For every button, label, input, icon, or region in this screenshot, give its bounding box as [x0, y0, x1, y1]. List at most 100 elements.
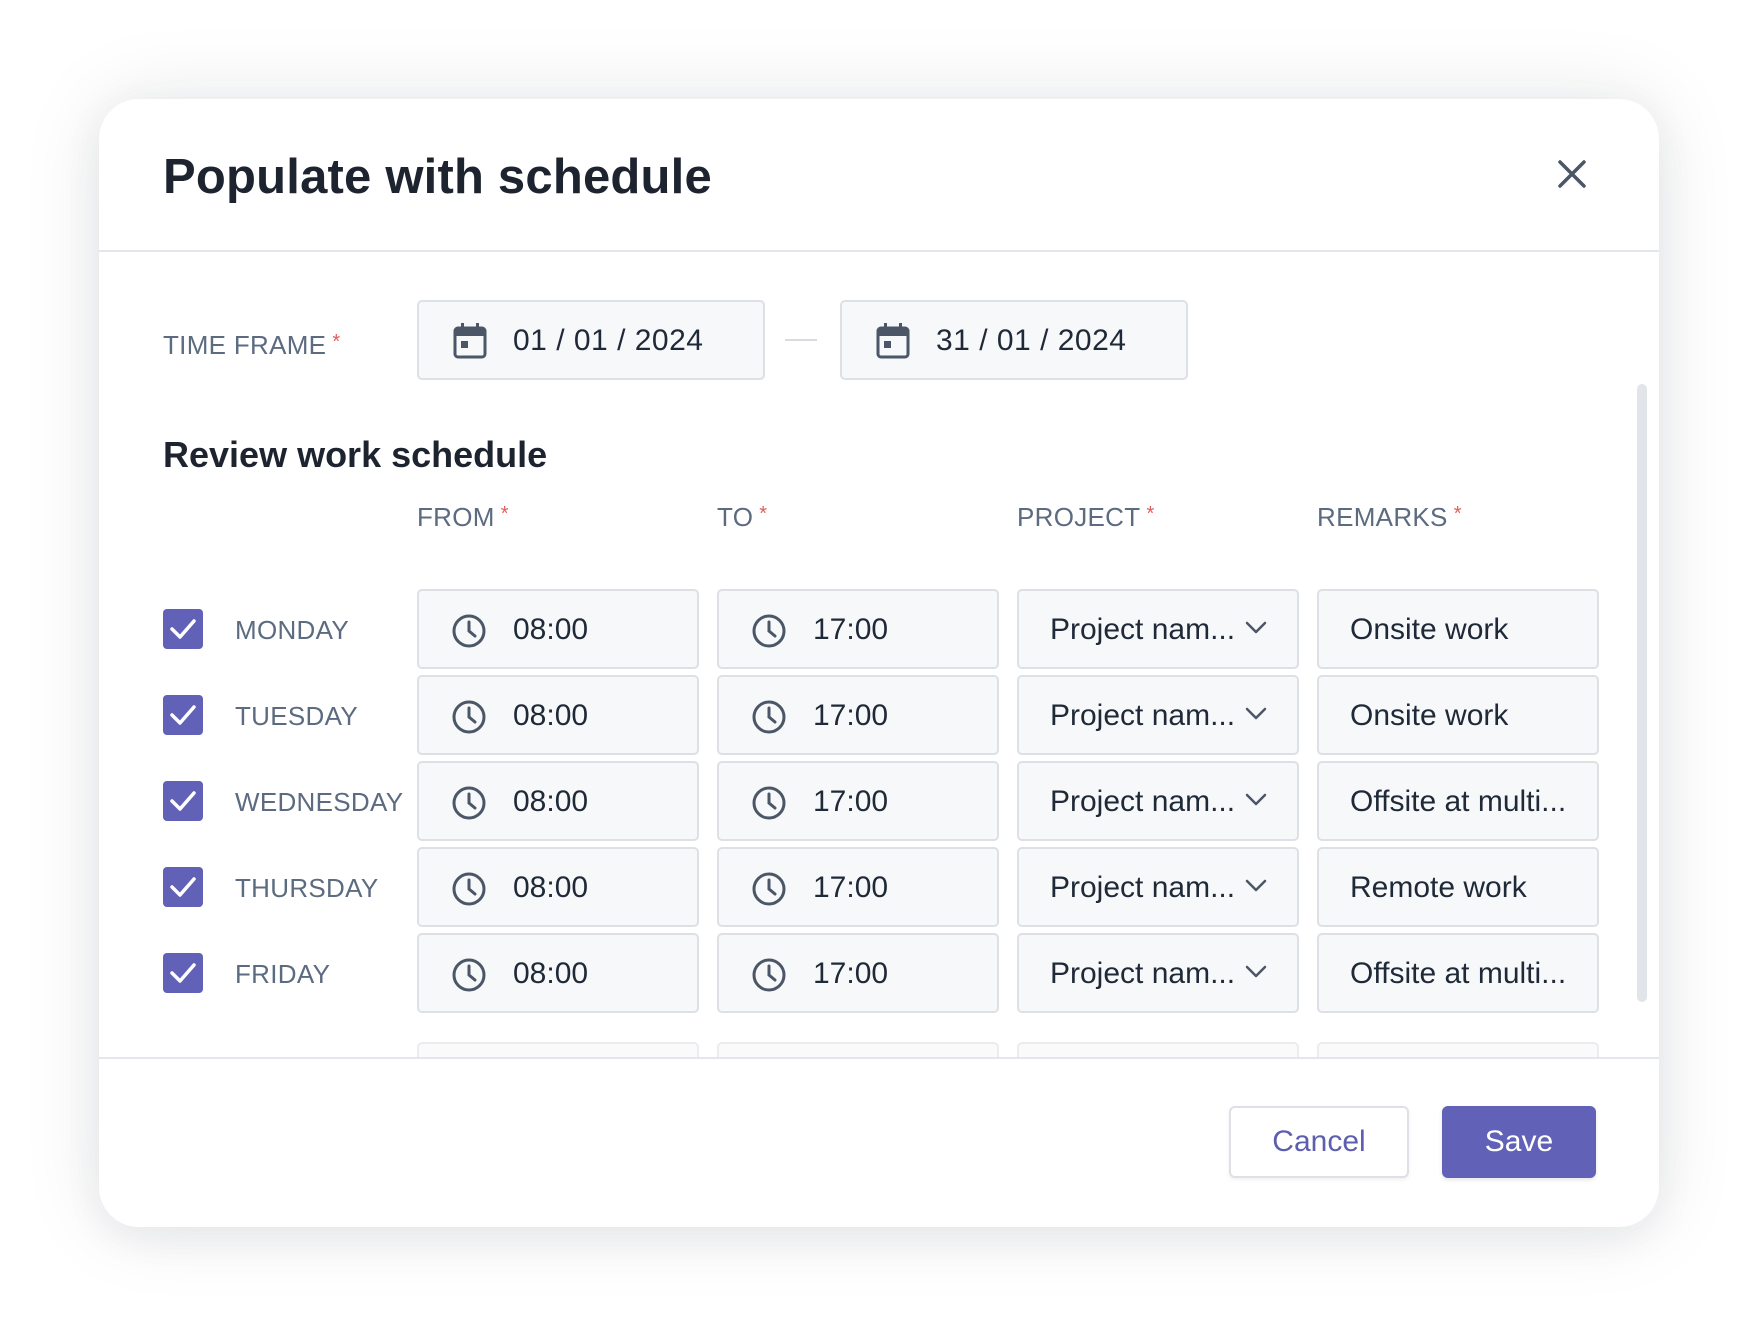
to-time-field[interactable]: 17:00	[717, 761, 999, 841]
chevron-down-icon	[1245, 621, 1267, 634]
column-header-remarks: REMARKS *	[1317, 502, 1462, 532]
to-time-value: 17:00	[813, 957, 889, 990]
checkmark-icon	[170, 705, 196, 725]
day-label: FRIDAY	[235, 959, 331, 989]
close-button[interactable]	[1552, 154, 1592, 194]
clock-icon	[452, 958, 486, 992]
clock-icon	[452, 872, 486, 906]
day-label: THURSDAY	[235, 873, 379, 903]
from-time-value: 08:00	[513, 957, 589, 990]
end-date-value: 31 / 01 / 2024	[936, 324, 1127, 357]
close-icon	[1558, 160, 1586, 188]
project-select[interactable]	[1017, 1042, 1299, 1057]
from-time-value: 08:00	[513, 785, 589, 818]
clock-icon	[752, 614, 786, 648]
column-header-to: TO *	[717, 502, 768, 532]
checkmark-icon	[170, 619, 196, 639]
remarks-field[interactable]	[1317, 1042, 1599, 1057]
remarks-field[interactable]: Offsite at multi...	[1317, 761, 1599, 841]
clock-icon	[452, 700, 486, 734]
remarks-value: Onsite work	[1350, 613, 1509, 646]
day-checkbox[interactable]	[163, 781, 203, 821]
end-date-field[interactable]: 31 / 01 / 2024	[840, 300, 1188, 380]
day-label: MONDAY	[235, 615, 349, 645]
day-checkbox[interactable]	[163, 609, 203, 649]
from-time-value: 08:00	[513, 613, 589, 646]
from-time-field[interactable]	[417, 1042, 699, 1057]
required-mark: *	[332, 331, 341, 353]
remarks-value: Offsite at multi...	[1350, 957, 1567, 990]
required-mark: *	[1146, 503, 1155, 525]
day-label: TUESDAY	[235, 701, 358, 731]
remarks-field[interactable]: Onsite work	[1317, 589, 1599, 669]
chevron-down-icon	[1245, 965, 1267, 978]
start-date-field[interactable]: 01 / 01 / 2024	[417, 300, 765, 380]
checkmark-icon	[170, 963, 196, 983]
remarks-value: Remote work	[1350, 871, 1527, 904]
from-time-field[interactable]: 08:00	[417, 761, 699, 841]
day-label: WEDNESDAY	[235, 787, 404, 817]
cancel-button[interactable]: Cancel	[1229, 1106, 1409, 1178]
clock-icon	[752, 872, 786, 906]
column-header-project: PROJECT *	[1017, 502, 1155, 532]
date-range-separator	[785, 339, 817, 341]
schedule-row: WEDNESDAY 08:00 17:00 Project nam... Off…	[99, 761, 1659, 841]
remarks-field[interactable]: Offsite at multi...	[1317, 933, 1599, 1013]
clock-icon	[752, 958, 786, 992]
project-select[interactable]: Project nam...	[1017, 589, 1299, 669]
project-select[interactable]: Project nam...	[1017, 847, 1299, 927]
chevron-down-icon	[1245, 793, 1267, 806]
to-time-field[interactable]: 17:00	[717, 589, 999, 669]
clock-icon	[452, 786, 486, 820]
schedule-row: THURSDAY 08:00 17:00 Project nam... Remo…	[99, 847, 1659, 927]
project-value: Project nam...	[1050, 699, 1236, 732]
from-time-field[interactable]: 08:00	[417, 675, 699, 755]
section-title: Review work schedule	[163, 434, 548, 475]
project-value: Project nam...	[1050, 785, 1236, 818]
schedule-row: MONDAY 08:00 17:00 Project nam... Onsite…	[99, 589, 1659, 669]
time-frame-label: TIME FRAME *	[163, 330, 341, 360]
to-time-field[interactable]: 17:00	[717, 933, 999, 1013]
populate-schedule-dialog: Populate with schedule TIME FRAME * 01 / …	[99, 99, 1659, 1227]
remarks-value: Onsite work	[1350, 699, 1509, 732]
project-select[interactable]: Project nam...	[1017, 761, 1299, 841]
from-time-field[interactable]: 08:00	[417, 589, 699, 669]
project-value: Project nam...	[1050, 613, 1236, 646]
project-select[interactable]: Project nam...	[1017, 933, 1299, 1013]
clock-icon	[752, 786, 786, 820]
required-mark: *	[500, 503, 509, 525]
column-header-from: FROM *	[417, 502, 509, 532]
to-time-value: 17:00	[813, 613, 889, 646]
to-time-field[interactable]	[717, 1042, 999, 1057]
dialog-footer: Cancel Save	[99, 1057, 1659, 1227]
to-time-value: 17:00	[813, 871, 889, 904]
to-time-value: 17:00	[813, 785, 889, 818]
clock-icon	[752, 700, 786, 734]
day-checkbox[interactable]	[163, 953, 203, 993]
checkmark-icon	[170, 877, 196, 897]
start-date-value: 01 / 01 / 2024	[513, 324, 704, 357]
chevron-down-icon	[1245, 879, 1267, 892]
required-mark: *	[759, 503, 768, 525]
schedule-row-partial	[99, 1042, 1659, 1057]
from-time-field[interactable]: 08:00	[417, 847, 699, 927]
calendar-icon	[453, 323, 487, 359]
remarks-field[interactable]: Onsite work	[1317, 675, 1599, 755]
project-select[interactable]: Project nam...	[1017, 675, 1299, 755]
checkmark-icon	[170, 791, 196, 811]
project-value: Project nam...	[1050, 871, 1236, 904]
to-time-value: 17:00	[813, 699, 889, 732]
from-time-value: 08:00	[513, 699, 589, 732]
to-time-field[interactable]: 17:00	[717, 675, 999, 755]
schedule-row: FRIDAY 08:00 17:00 Project nam... Offsit…	[99, 933, 1659, 1013]
day-checkbox[interactable]	[163, 867, 203, 907]
from-time-field[interactable]: 08:00	[417, 933, 699, 1013]
day-checkbox[interactable]	[163, 695, 203, 735]
save-button[interactable]: Save	[1442, 1106, 1596, 1178]
schedule-row: TUESDAY 08:00 17:00 Project nam... Onsit…	[99, 675, 1659, 755]
from-time-value: 08:00	[513, 871, 589, 904]
calendar-icon	[876, 323, 910, 359]
to-time-field[interactable]: 17:00	[717, 847, 999, 927]
dialog-title: Populate with schedule	[163, 150, 712, 204]
remarks-field[interactable]: Remote work	[1317, 847, 1599, 927]
